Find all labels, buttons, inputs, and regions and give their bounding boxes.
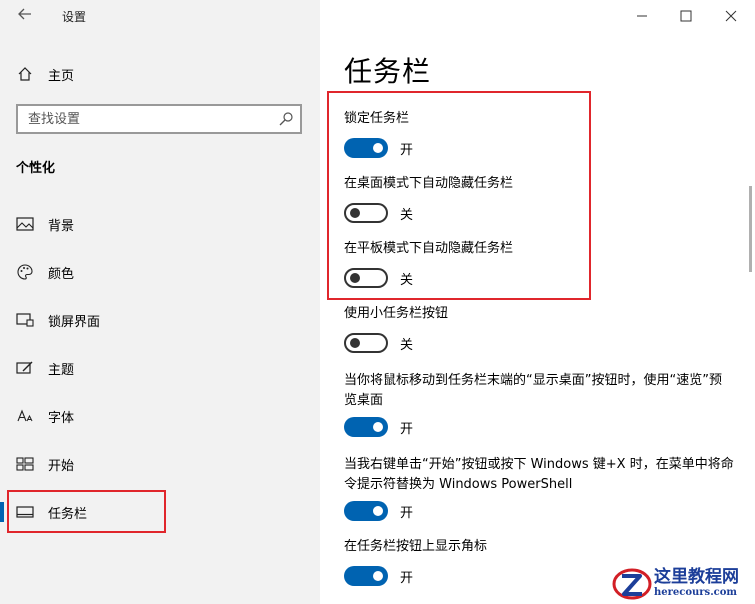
sidebar-item-label: 开始	[48, 458, 75, 474]
search-icon[interactable]	[278, 111, 294, 127]
home-label: 主页	[48, 68, 75, 84]
toggle-row-peek: 开	[344, 416, 413, 438]
app-title: 设置	[62, 10, 87, 24]
sidebar-item-background[interactable]: 背景	[0, 204, 320, 244]
watermark: 这里教程网 herecours.com	[610, 562, 755, 604]
toggle-row-powershell: 开	[344, 500, 413, 522]
sidebar-item-fonts[interactable]: 字体	[0, 396, 320, 436]
sidebar-item-label: 背景	[48, 218, 75, 234]
font-icon	[16, 407, 34, 425]
setting-label-powershell: 当我右键单击“开始”按钮或按下 Windows 键+X 时，在菜单中将命令提示符…	[344, 457, 734, 492]
minimize-icon[interactable]	[630, 4, 654, 28]
watermark-name: 这里教程网	[654, 567, 739, 587]
search-input[interactable]	[18, 106, 258, 132]
toggle-state-label: 关	[400, 337, 414, 353]
scrollbar-thumb[interactable]	[749, 186, 752, 272]
section-heading: 个性化	[16, 161, 56, 176]
search-box[interactable]	[16, 104, 302, 134]
sidebar-item-label: 字体	[48, 410, 75, 426]
sidebar-item-start[interactable]: 开始	[0, 444, 320, 484]
sidebar-item-colors[interactable]: 颜色	[0, 252, 320, 292]
close-icon[interactable]	[719, 4, 743, 28]
sidebar-item-themes[interactable]: 主题	[0, 348, 320, 388]
watermark-logo-icon	[610, 564, 652, 602]
powershell-toggle[interactable]	[344, 501, 388, 521]
setting-label-peek: 当你将鼠标移动到任务栏末端的“显示桌面”按钮时，使用“速览”预览桌面	[344, 373, 722, 408]
sidebar-item-lock-screen[interactable]: 锁屏界面	[0, 300, 320, 340]
toggle-row-badges: 开	[344, 565, 413, 587]
setting-label-small-buttons: 使用小任务栏按钮	[344, 306, 449, 321]
start-grid-icon	[16, 455, 34, 473]
peek-toggle[interactable]	[344, 417, 388, 437]
toggle-state-label: 开	[400, 570, 414, 586]
page-title: 任务栏	[344, 55, 432, 88]
palette-icon	[16, 263, 34, 281]
highlight-box-settings	[327, 91, 591, 300]
back-arrow-icon[interactable]	[14, 6, 36, 28]
watermark-url: herecours.com	[654, 587, 738, 598]
highlight-box-taskbar-nav	[7, 490, 166, 533]
toggle-row-small-buttons: 关	[344, 332, 413, 354]
small-buttons-toggle[interactable]	[344, 333, 388, 353]
toggle-state-label: 开	[400, 421, 414, 437]
setting-label-badges: 在任务栏按钮上显示角标	[344, 539, 488, 554]
home-nav-item[interactable]: 主页	[16, 62, 74, 86]
home-icon	[16, 65, 34, 83]
sidebar-item-label: 主题	[48, 362, 75, 378]
picture-icon	[16, 215, 34, 233]
theme-brush-icon	[16, 359, 34, 377]
badges-toggle[interactable]	[344, 566, 388, 586]
sidebar-item-label: 锁屏界面	[48, 314, 101, 330]
toggle-state-label: 开	[400, 505, 414, 521]
maximize-icon[interactable]	[674, 4, 698, 28]
active-indicator	[0, 502, 4, 522]
sidebar-item-label: 颜色	[48, 266, 75, 282]
lock-screen-icon	[16, 311, 34, 329]
